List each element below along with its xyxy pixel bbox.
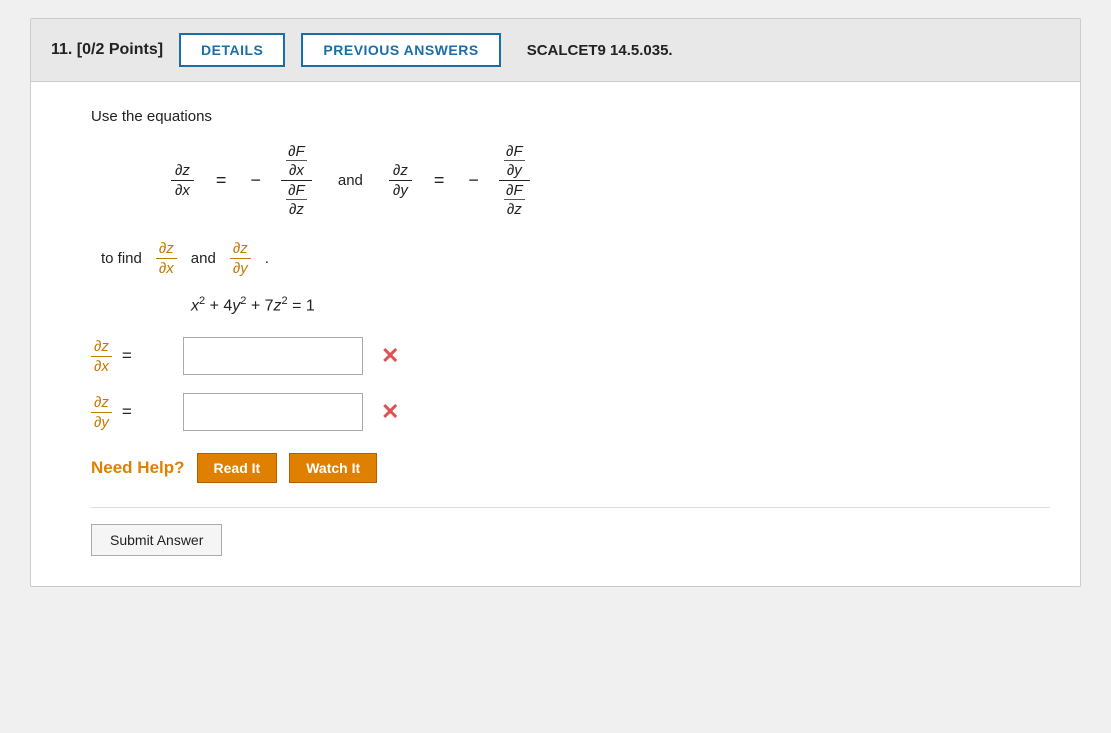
dzdy-label: ∂z ∂y	[91, 394, 112, 431]
to-find-text: to find	[101, 250, 142, 267]
find-dzdy: ∂z ∂y	[230, 240, 251, 277]
header-bar: 11. [0/2 Points] DETAILS PREVIOUS ANSWER…	[31, 19, 1080, 82]
details-button[interactable]: DETAILS	[179, 33, 285, 67]
dzdy-lhs: ∂z ∂y	[389, 162, 412, 199]
dzdy-input[interactable]	[183, 393, 363, 431]
dzdx-lhs: ∂z ∂x	[171, 162, 194, 199]
dzdx-wrong-icon: ✕	[381, 343, 399, 369]
dzdx-label: ∂z ∂x	[91, 338, 112, 375]
read-it-button[interactable]: Read It	[197, 453, 278, 483]
to-find-line: to find ∂z ∂x and ∂z ∂y .	[101, 240, 1050, 277]
dzdx-input[interactable]	[183, 337, 363, 375]
intro-text: Use the equations	[91, 108, 1050, 125]
dfdx-over-dfdz: ∂F ∂x ∂F ∂z	[281, 143, 312, 218]
submit-row: Submit Answer	[91, 507, 1050, 556]
given-equation: x2 + 4y2 + 7z2 = 1	[191, 295, 1050, 315]
dfdy-over-dfdz: ∂F ∂y ∂F ∂z	[499, 143, 530, 218]
submit-answer-button[interactable]: Submit Answer	[91, 524, 222, 556]
need-help-label: Need Help?	[91, 458, 185, 478]
input-row-dzdx: ∂z ∂x = ✕	[91, 337, 1050, 375]
formula-block: ∂z ∂x = − ∂F ∂x ∂F ∂z	[171, 143, 1050, 218]
input-row-dzdy: ∂z ∂y = ✕	[91, 393, 1050, 431]
watch-it-button[interactable]: Watch It	[289, 453, 377, 483]
problem-code: SCALCET9 14.5.035.	[527, 42, 673, 59]
need-help-section: Need Help? Read It Watch It	[91, 453, 1050, 483]
find-dzdx: ∂z ∂x	[156, 240, 177, 277]
previous-answers-button[interactable]: PREVIOUS ANSWERS	[301, 33, 500, 67]
dzdy-wrong-icon: ✕	[381, 399, 399, 425]
and-label: and	[338, 172, 363, 189]
and-label2: and	[191, 250, 216, 267]
problem-number: 11. [0/2 Points]	[51, 41, 163, 59]
content-area: Use the equations ∂z ∂x = − ∂F ∂x	[31, 82, 1080, 586]
